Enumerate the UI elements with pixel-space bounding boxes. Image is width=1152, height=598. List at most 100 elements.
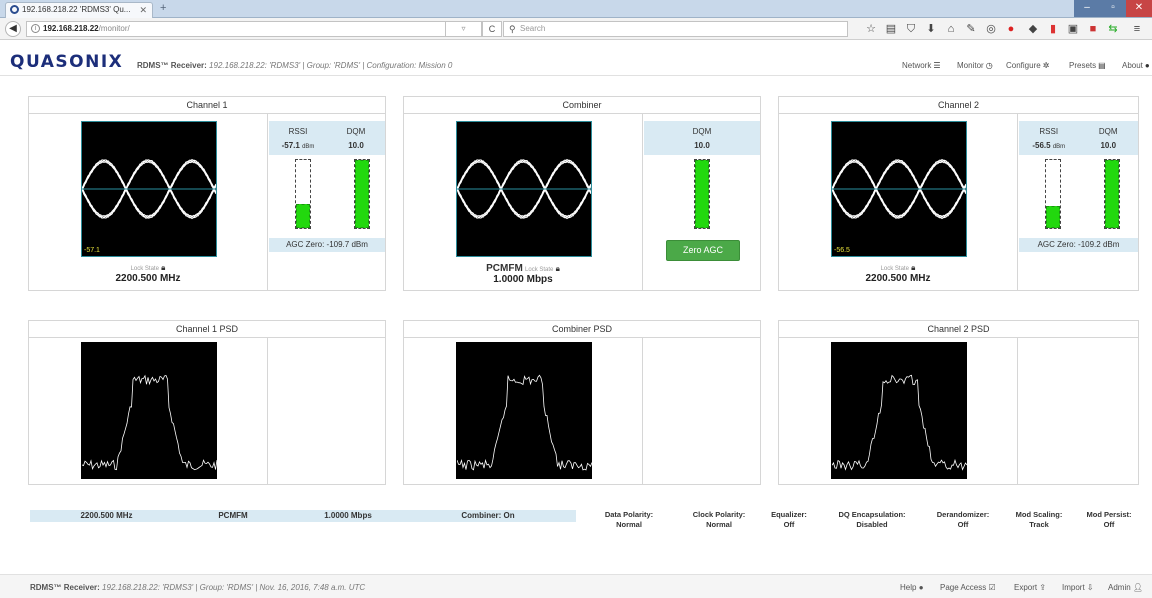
- channel1-rssi-value: -57.1: [281, 141, 300, 150]
- nav-configure[interactable]: Configure ✲: [1006, 61, 1049, 70]
- tab-title: 192.168.218.22 'RDMS3' Qu...: [22, 5, 131, 14]
- channel2-dqm-value: 10.0: [1100, 141, 1117, 150]
- nav-about[interactable]: About ●: [1122, 61, 1150, 70]
- eye-trace: [457, 160, 591, 220]
- nav-presets[interactable]: Presets ▤: [1069, 61, 1106, 70]
- panel-divider: [267, 338, 268, 484]
- app-header: QUASONIX RDMS™ Receiver: 192.168.218.22:…: [0, 41, 1152, 76]
- combiner-mode: PCMFM: [486, 263, 523, 274]
- url-host: 192.168.218.22: [43, 24, 99, 33]
- address-bar[interactable]: i 192.168.218.22/monitor/: [26, 21, 446, 37]
- channel2-meter-header: RSSI DQM -56.5 dBm 10.0: [1019, 121, 1138, 155]
- extension-icon[interactable]: ◆: [1026, 22, 1040, 36]
- channel2-rssi-label: RSSI: [1039, 127, 1059, 136]
- site-favicon-icon: [10, 5, 19, 14]
- close-window-button[interactable]: ✕: [1126, 0, 1152, 17]
- footer-admin-link[interactable]: Admin 👤︎: [1108, 583, 1143, 592]
- nav-monitor[interactable]: Monitor ◷: [957, 61, 993, 70]
- browser-tab[interactable]: 192.168.218.22 'RDMS3' Qu... ✕: [5, 2, 153, 18]
- config-value: Normal: [706, 520, 732, 529]
- channel1-dqm-label: DQM: [346, 127, 366, 136]
- channel2-title: Channel 2: [779, 97, 1138, 114]
- download-icon[interactable]: ⬇: [924, 22, 938, 36]
- adblock-icon[interactable]: ●: [1004, 22, 1018, 36]
- footer-page-access-label: Page Access: [940, 583, 987, 592]
- channel2-dqm-bar: [1104, 159, 1120, 229]
- psd-trace: [457, 374, 593, 471]
- channel2-freq: 2200.500 MHz: [865, 273, 931, 284]
- config-value: Off: [1103, 520, 1115, 529]
- nav-network-label: Network: [902, 61, 932, 70]
- extension-red-icon[interactable]: ▮: [1046, 22, 1060, 36]
- eye-trace: [457, 160, 591, 220]
- nav-about-label: About: [1122, 61, 1143, 70]
- menu-icon[interactable]: ≡: [1130, 22, 1144, 36]
- combiner-psd-panel: Combiner PSD: [403, 320, 761, 485]
- site-info-icon[interactable]: i: [31, 24, 40, 33]
- combiner-title: Combiner: [404, 97, 760, 114]
- eye-trace: [457, 158, 591, 218]
- header-info: RDMS™ Receiver: 192.168.218.22: 'RDMS3' …: [137, 61, 452, 70]
- bookmark-star-icon[interactable]: ☆: [864, 22, 878, 36]
- config-label: DQ Encapsulation:: [838, 510, 906, 519]
- config-label: Mod Scaling:: [1015, 510, 1063, 519]
- nav-configure-label: Configure: [1006, 61, 1041, 70]
- pocket-icon[interactable]: ⛉: [904, 22, 918, 36]
- tools-icon[interactable]: ✎: [964, 22, 978, 36]
- help-icon: ●: [918, 583, 924, 592]
- footer-info-title: RDMS™ Receiver:: [30, 583, 100, 592]
- home-icon[interactable]: ⌂: [944, 22, 958, 36]
- status-mode: PCMFM: [218, 511, 248, 520]
- channel1-psd-panel: Channel 1 PSD: [28, 320, 386, 485]
- footer-import-link[interactable]: Import ⇩: [1062, 583, 1094, 592]
- back-button[interactable]: ◀: [5, 21, 21, 37]
- eye-trace: [82, 160, 216, 220]
- url-path: /monitor/: [98, 24, 130, 33]
- config-value: Track: [1029, 520, 1049, 529]
- channel2-dqm-fill: [1105, 160, 1119, 228]
- lock-icon: 🔒︎: [161, 263, 166, 272]
- url-dropdown-button[interactable]: ▿: [446, 21, 482, 37]
- channel2-rssi-value: -56.5: [1032, 141, 1051, 150]
- bookmarks-icon[interactable]: ▤: [884, 22, 898, 36]
- footer-export-label: Export: [1014, 583, 1038, 592]
- search-icon: ⚲: [509, 24, 516, 34]
- psd-trace: [832, 374, 968, 471]
- lock-icon: 🔒︎: [555, 264, 560, 273]
- sync-icon[interactable]: ⇆: [1106, 22, 1120, 36]
- channel1-eye-diagram: -57.1: [81, 121, 217, 257]
- channel1-psd-plot: [81, 342, 218, 479]
- nav-network[interactable]: Network ☰: [902, 61, 941, 70]
- zero-agc-button[interactable]: Zero AGC: [666, 240, 740, 261]
- footer: RDMS™ Receiver: 192.168.218.22: 'RDMS3' …: [0, 574, 1152, 598]
- channel1-rssi-label: RSSI: [288, 127, 308, 136]
- config-label: Mod Persist:: [1086, 510, 1132, 519]
- footer-help-link[interactable]: Help ●: [900, 583, 924, 592]
- maximize-button[interactable]: ▫: [1100, 0, 1126, 17]
- extension-gray-icon[interactable]: ▣: [1066, 22, 1080, 36]
- panel-divider: [642, 114, 643, 290]
- nav-presets-label: Presets: [1069, 61, 1097, 70]
- panel-divider: [267, 114, 268, 290]
- panel-divider: [642, 338, 643, 484]
- extension-box-icon[interactable]: ■: [1086, 22, 1100, 36]
- status-rate: 1.0000 Mbps: [324, 511, 372, 520]
- addon-icon[interactable]: ◎: [984, 22, 998, 36]
- channel1-dqm-bar: [354, 159, 370, 229]
- channel1-title: Channel 1: [29, 97, 385, 114]
- psd-trace: [82, 374, 218, 471]
- footer-page-access-link[interactable]: Page Access ☑: [940, 583, 996, 592]
- channel1-rssi-bar: [295, 159, 311, 229]
- reload-button[interactable]: C: [482, 21, 502, 37]
- minimize-button[interactable]: –: [1074, 0, 1100, 17]
- config-label: Data Polarity:: [604, 510, 654, 519]
- footer-export-link[interactable]: Export ⇪: [1014, 583, 1046, 592]
- search-input[interactable]: ⚲ Search: [503, 21, 848, 37]
- combiner-psd-plot: [456, 342, 593, 479]
- config-value: Off: [783, 520, 795, 529]
- channel2-rssi-unit: dBm: [1052, 144, 1066, 150]
- new-tab-button[interactable]: +: [160, 2, 166, 14]
- close-tab-icon[interactable]: ✕: [139, 3, 147, 17]
- channel1-rssi-unit: dBm: [302, 144, 315, 150]
- config-mod-scaling: Mod Scaling: Track: [1006, 510, 1072, 530]
